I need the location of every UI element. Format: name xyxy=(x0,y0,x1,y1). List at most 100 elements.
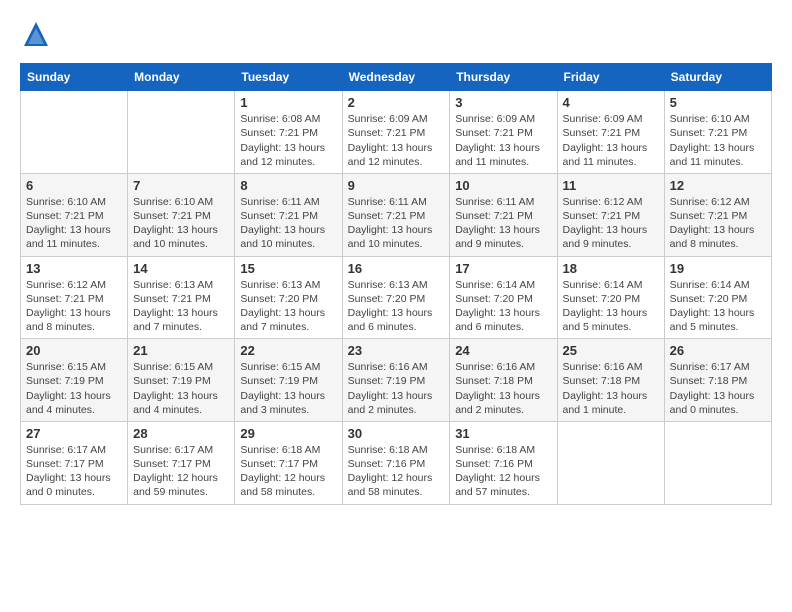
day-info: Sunrise: 6:11 AM Sunset: 7:21 PM Dayligh… xyxy=(348,195,445,252)
day-info: Sunrise: 6:15 AM Sunset: 7:19 PM Dayligh… xyxy=(133,360,229,417)
page-header xyxy=(20,20,772,53)
day-number: 6 xyxy=(26,178,122,193)
day-number: 28 xyxy=(133,426,229,441)
day-number: 5 xyxy=(670,95,766,110)
day-info: Sunrise: 6:10 AM Sunset: 7:21 PM Dayligh… xyxy=(26,195,122,252)
day-number: 21 xyxy=(133,343,229,358)
day-number: 31 xyxy=(455,426,551,441)
calendar-header-tuesday: Tuesday xyxy=(235,64,342,91)
day-info: Sunrise: 6:18 AM Sunset: 7:16 PM Dayligh… xyxy=(348,443,445,500)
day-number: 15 xyxy=(240,261,336,276)
logo-text xyxy=(20,20,50,53)
day-info: Sunrise: 6:18 AM Sunset: 7:16 PM Dayligh… xyxy=(455,443,551,500)
calendar-cell: 21 Sunrise: 6:15 AM Sunset: 7:19 PM Dayli… xyxy=(128,339,235,422)
day-number: 2 xyxy=(348,95,445,110)
calendar-header-saturday: Saturday xyxy=(664,64,771,91)
day-number: 1 xyxy=(240,95,336,110)
calendar-cell: 25 Sunrise: 6:16 AM Sunset: 7:18 PM Dayli… xyxy=(557,339,664,422)
day-number: 10 xyxy=(455,178,551,193)
calendar-cell: 26Sunrise: 6:17 AM Sunset: 7:18 PM Dayli… xyxy=(664,339,771,422)
logo xyxy=(20,20,50,53)
calendar-cell: 13 Sunrise: 6:12 AM Sunset: 7:21 PM Dayli… xyxy=(21,256,128,339)
day-number: 25 xyxy=(563,343,659,358)
day-info: Sunrise: 6:11 AM Sunset: 7:21 PM Dayligh… xyxy=(240,195,336,252)
day-info: Sunrise: 6:09 AM Sunset: 7:21 PM Dayligh… xyxy=(455,112,551,169)
logo-icon xyxy=(22,20,50,48)
day-number: 23 xyxy=(348,343,445,358)
day-number: 22 xyxy=(240,343,336,358)
day-info: Sunrise: 6:13 AM Sunset: 7:20 PM Dayligh… xyxy=(348,278,445,335)
day-info: Sunrise: 6:12 AM Sunset: 7:21 PM Dayligh… xyxy=(563,195,659,252)
calendar-cell: 20Sunrise: 6:15 AM Sunset: 7:19 PM Dayli… xyxy=(21,339,128,422)
day-number: 3 xyxy=(455,95,551,110)
day-info: Sunrise: 6:15 AM Sunset: 7:19 PM Dayligh… xyxy=(26,360,122,417)
calendar-week-row: 20Sunrise: 6:15 AM Sunset: 7:19 PM Dayli… xyxy=(21,339,772,422)
day-number: 29 xyxy=(240,426,336,441)
day-number: 24 xyxy=(455,343,551,358)
calendar-cell: 10 Sunrise: 6:11 AM Sunset: 7:21 PM Dayli… xyxy=(450,173,557,256)
calendar-cell xyxy=(664,421,771,504)
day-number: 14 xyxy=(133,261,229,276)
calendar-cell: 11 Sunrise: 6:12 AM Sunset: 7:21 PM Dayli… xyxy=(557,173,664,256)
day-info: Sunrise: 6:16 AM Sunset: 7:18 PM Dayligh… xyxy=(455,360,551,417)
day-number: 8 xyxy=(240,178,336,193)
day-number: 4 xyxy=(563,95,659,110)
day-info: Sunrise: 6:10 AM Sunset: 7:21 PM Dayligh… xyxy=(670,112,766,169)
day-info: Sunrise: 6:14 AM Sunset: 7:20 PM Dayligh… xyxy=(670,278,766,335)
calendar-cell: 27Sunrise: 6:17 AM Sunset: 7:17 PM Dayli… xyxy=(21,421,128,504)
day-number: 16 xyxy=(348,261,445,276)
calendar-cell: 31 Sunrise: 6:18 AM Sunset: 7:16 PM Dayli… xyxy=(450,421,557,504)
day-info: Sunrise: 6:14 AM Sunset: 7:20 PM Dayligh… xyxy=(455,278,551,335)
calendar-cell xyxy=(557,421,664,504)
day-number: 30 xyxy=(348,426,445,441)
day-info: Sunrise: 6:14 AM Sunset: 7:20 PM Dayligh… xyxy=(563,278,659,335)
calendar-week-row: 27Sunrise: 6:17 AM Sunset: 7:17 PM Dayli… xyxy=(21,421,772,504)
day-number: 27 xyxy=(26,426,122,441)
calendar-cell: 5 Sunrise: 6:10 AM Sunset: 7:21 PM Daylig… xyxy=(664,91,771,174)
calendar-cell: 9Sunrise: 6:11 AM Sunset: 7:21 PM Daylig… xyxy=(342,173,450,256)
calendar-cell: 23 Sunrise: 6:16 AM Sunset: 7:19 PM Dayli… xyxy=(342,339,450,422)
calendar-cell: 12 Sunrise: 6:12 AM Sunset: 7:21 PM Dayli… xyxy=(664,173,771,256)
day-number: 12 xyxy=(670,178,766,193)
calendar-cell: 19 Sunrise: 6:14 AM Sunset: 7:20 PM Dayli… xyxy=(664,256,771,339)
day-info: Sunrise: 6:13 AM Sunset: 7:20 PM Dayligh… xyxy=(240,278,336,335)
calendar-cell: 17 Sunrise: 6:14 AM Sunset: 7:20 PM Dayli… xyxy=(450,256,557,339)
calendar-cell: 3 Sunrise: 6:09 AM Sunset: 7:21 PM Daylig… xyxy=(450,91,557,174)
calendar-cell: 28Sunrise: 6:17 AM Sunset: 7:17 PM Dayli… xyxy=(128,421,235,504)
calendar-header-friday: Friday xyxy=(557,64,664,91)
calendar-cell: 15 Sunrise: 6:13 AM Sunset: 7:20 PM Dayli… xyxy=(235,256,342,339)
calendar-header-wednesday: Wednesday xyxy=(342,64,450,91)
day-info: Sunrise: 6:11 AM Sunset: 7:21 PM Dayligh… xyxy=(455,195,551,252)
calendar-cell: 22 Sunrise: 6:15 AM Sunset: 7:19 PM Dayli… xyxy=(235,339,342,422)
day-info: Sunrise: 6:16 AM Sunset: 7:18 PM Dayligh… xyxy=(563,360,659,417)
calendar-cell: 30 Sunrise: 6:18 AM Sunset: 7:16 PM Dayli… xyxy=(342,421,450,504)
day-number: 18 xyxy=(563,261,659,276)
day-info: Sunrise: 6:09 AM Sunset: 7:21 PM Dayligh… xyxy=(348,112,445,169)
calendar-cell xyxy=(128,91,235,174)
day-info: Sunrise: 6:08 AM Sunset: 7:21 PM Dayligh… xyxy=(240,112,336,169)
day-info: Sunrise: 6:16 AM Sunset: 7:19 PM Dayligh… xyxy=(348,360,445,417)
day-info: Sunrise: 6:13 AM Sunset: 7:21 PM Dayligh… xyxy=(133,278,229,335)
calendar-cell: 1 Sunrise: 6:08 AM Sunset: 7:21 PM Daylig… xyxy=(235,91,342,174)
day-number: 19 xyxy=(670,261,766,276)
calendar-cell: 16 Sunrise: 6:13 AM Sunset: 7:20 PM Dayli… xyxy=(342,256,450,339)
calendar-cell: 24 Sunrise: 6:16 AM Sunset: 7:18 PM Dayli… xyxy=(450,339,557,422)
day-info: Sunrise: 6:12 AM Sunset: 7:21 PM Dayligh… xyxy=(26,278,122,335)
calendar-week-row: 13 Sunrise: 6:12 AM Sunset: 7:21 PM Dayli… xyxy=(21,256,772,339)
day-info: Sunrise: 6:15 AM Sunset: 7:19 PM Dayligh… xyxy=(240,360,336,417)
day-info: Sunrise: 6:12 AM Sunset: 7:21 PM Dayligh… xyxy=(670,195,766,252)
day-info: Sunrise: 6:10 AM Sunset: 7:21 PM Dayligh… xyxy=(133,195,229,252)
calendar-cell xyxy=(21,91,128,174)
calendar-header-row: SundayMondayTuesdayWednesdayThursdayFrid… xyxy=(21,64,772,91)
calendar: SundayMondayTuesdayWednesdayThursdayFrid… xyxy=(20,63,772,504)
calendar-cell: 18 Sunrise: 6:14 AM Sunset: 7:20 PM Dayli… xyxy=(557,256,664,339)
day-number: 11 xyxy=(563,178,659,193)
calendar-header-sunday: Sunday xyxy=(21,64,128,91)
day-number: 13 xyxy=(26,261,122,276)
day-number: 17 xyxy=(455,261,551,276)
calendar-week-row: 1 Sunrise: 6:08 AM Sunset: 7:21 PM Daylig… xyxy=(21,91,772,174)
calendar-cell: 2 Sunrise: 6:09 AM Sunset: 7:21 PM Daylig… xyxy=(342,91,450,174)
calendar-cell: 6 Sunrise: 6:10 AM Sunset: 7:21 PM Daylig… xyxy=(21,173,128,256)
calendar-cell: 29Sunrise: 6:18 AM Sunset: 7:17 PM Dayli… xyxy=(235,421,342,504)
day-info: Sunrise: 6:17 AM Sunset: 7:18 PM Dayligh… xyxy=(670,360,766,417)
